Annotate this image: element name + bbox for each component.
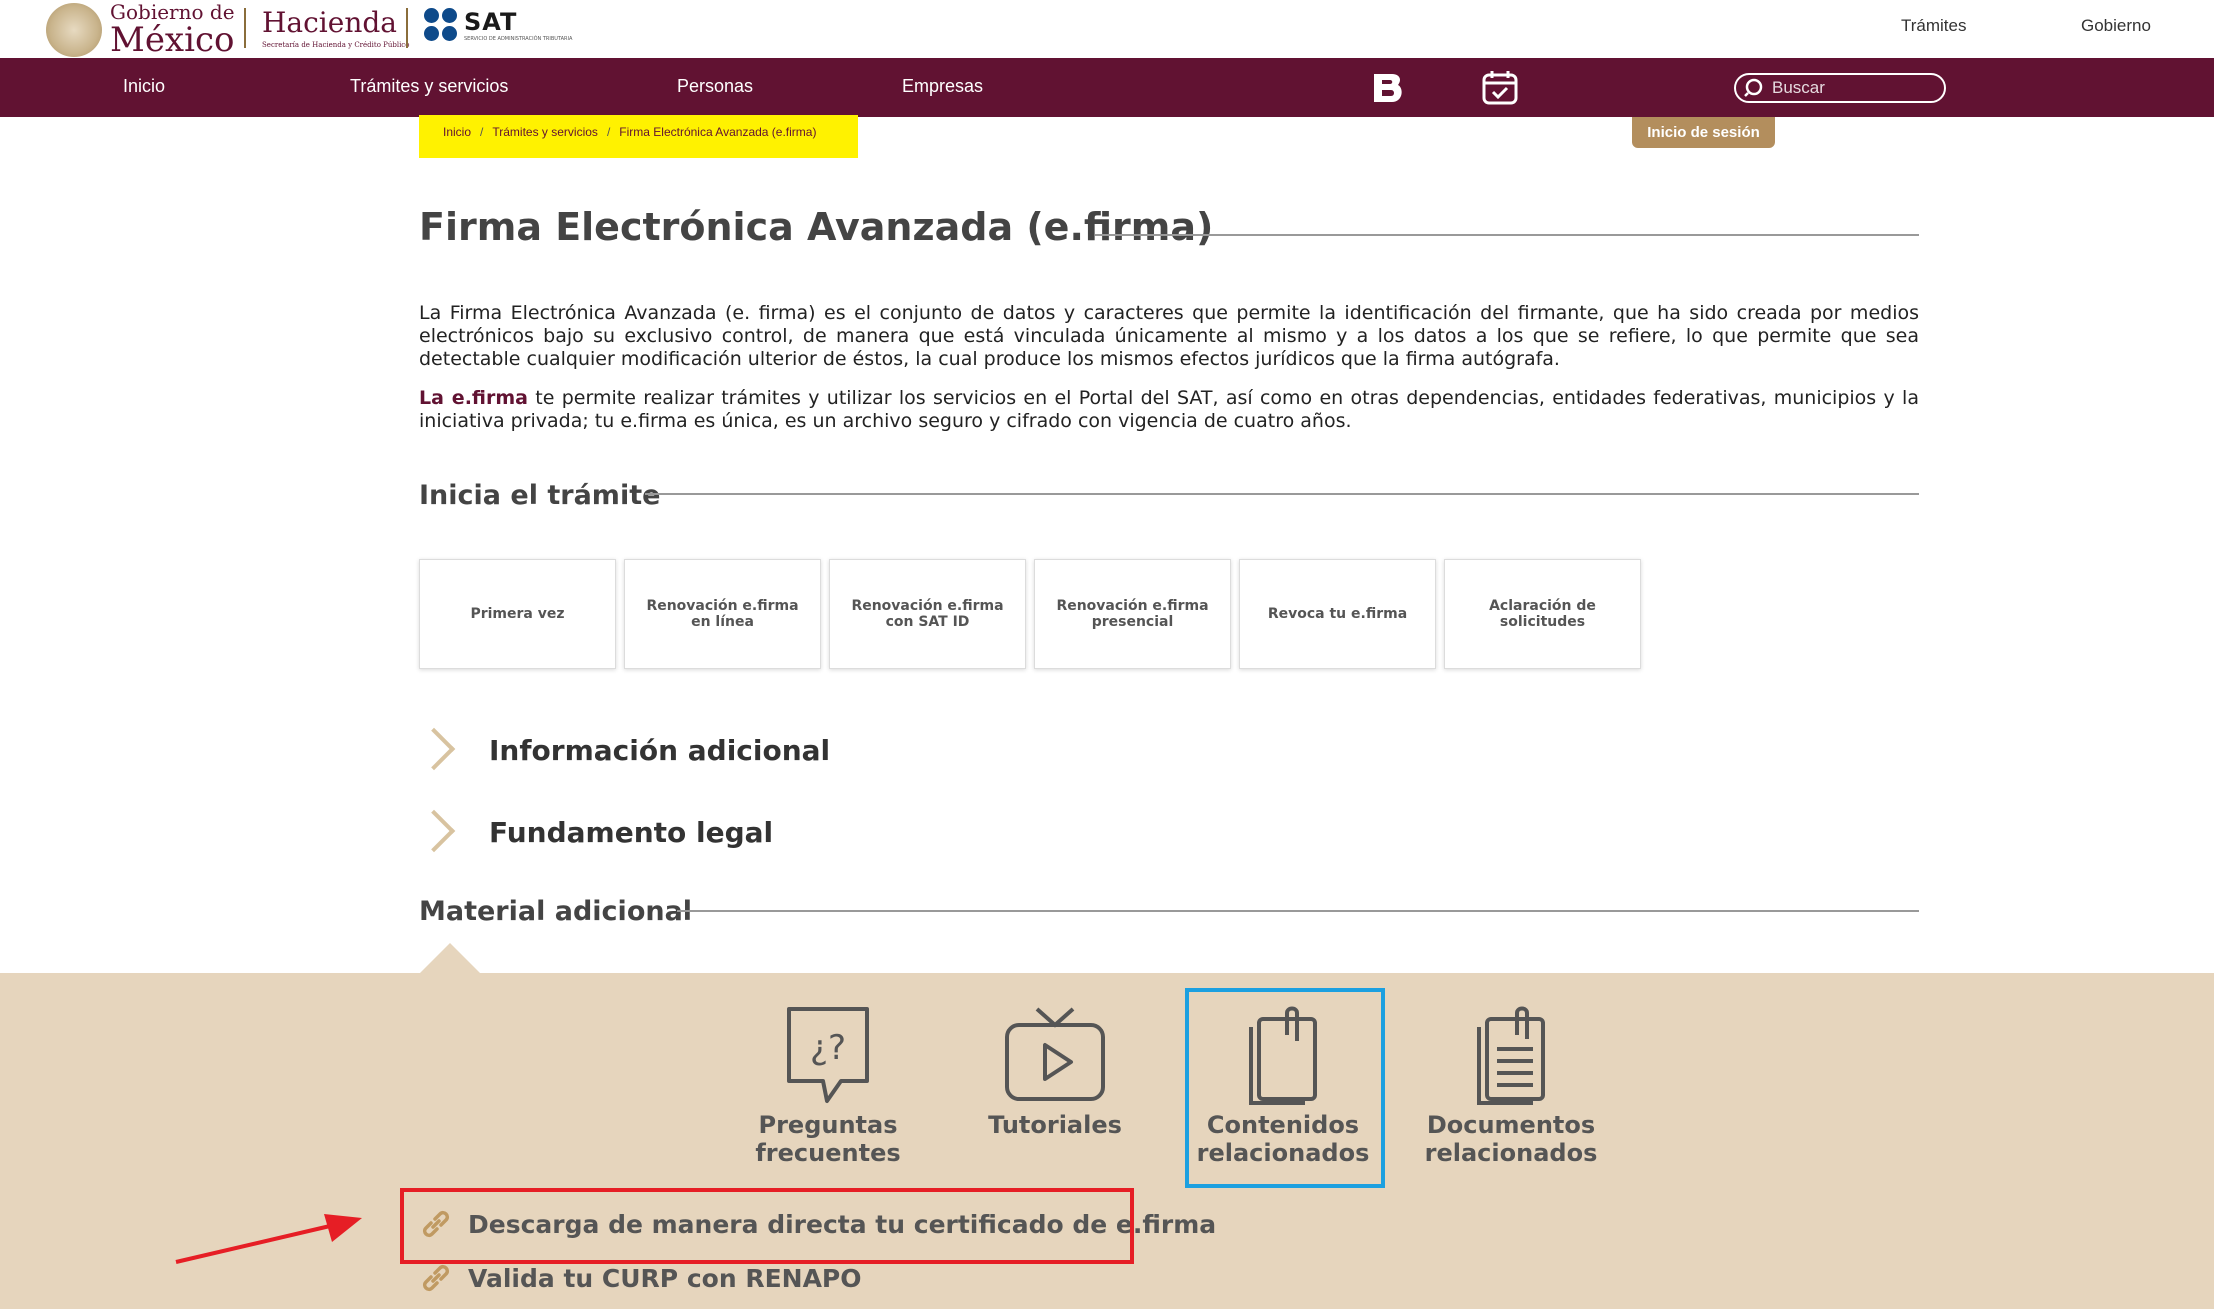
tv-icon: [1005, 1007, 1105, 1101]
search-icon[interactable]: [1744, 78, 1764, 98]
annotation-red-box: [400, 1188, 1134, 1264]
breadcrumb: Inicio / Trámites y servicios / Firma Electr…: [419, 115, 858, 158]
material-title: Material adicional: [419, 896, 693, 927]
hacienda-logo-text: Hacienda: [262, 6, 397, 39]
accordion-informacion-title: Información adicional: [489, 733, 831, 767]
nav-item-empresas[interactable]: Empresas: [902, 76, 983, 97]
card-renovacion-satid[interactable]: Renovación e.firma con SAT ID: [829, 559, 1026, 669]
tramite-cards: Primera vez Renovación e.firma en línea …: [419, 559, 1649, 669]
nav-item-personas[interactable]: Personas: [677, 76, 753, 97]
material-preguntas[interactable]: ¿? Preguntas frecuentes: [728, 1005, 928, 1167]
breadcrumb-separator: /: [606, 125, 611, 139]
logo-divider: [244, 8, 246, 48]
efirma-lead: La e.firma: [419, 387, 528, 409]
accordion-fundamento-title: Fundamento legal: [489, 815, 774, 849]
sat-dots-icon: [424, 8, 460, 44]
faq-icon: ¿?: [787, 1007, 869, 1103]
document-icon: [1477, 1006, 1545, 1105]
top-link-tramites[interactable]: Trámites: [1901, 16, 1967, 36]
section-divider: [645, 493, 1919, 495]
top-link-gobierno[interactable]: Gobierno: [2081, 16, 2151, 36]
search-input[interactable]: [1770, 77, 1930, 99]
chevron-right-icon: [419, 728, 451, 772]
chevron-right-icon: [419, 810, 451, 854]
sat-logo-sub: SERVICIO DE ADMINISTRACIÓN TRIBUTARIA: [464, 36, 573, 42]
accordion-informacion[interactable]: Información adicional: [419, 728, 830, 772]
section-divider: [677, 910, 1919, 912]
bsat-icon[interactable]: [1368, 68, 1408, 108]
link-icon: [422, 1264, 450, 1292]
accordion-fundamento[interactable]: Fundamento legal: [419, 810, 773, 854]
annotation-blue-box: [1185, 988, 1385, 1188]
gobierno-logo[interactable]: Gobierno de México: [46, 2, 235, 57]
calendar-icon[interactable]: [1480, 68, 1520, 108]
card-revoca[interactable]: Revoca tu e.firma: [1239, 559, 1436, 669]
material-tutoriales[interactable]: Tutoriales: [955, 1005, 1155, 1139]
gob-logo-line2: México: [110, 20, 235, 60]
hacienda-logo[interactable]: Hacienda Secretaría de Hacienda y Crédit…: [262, 6, 409, 49]
breadcrumb-separator: /: [480, 125, 484, 139]
link-curp-label: Valida tu CURP con RENAPO: [468, 1263, 862, 1293]
page-title: Firma Electrónica Avanzada (e.firma): [419, 205, 1214, 249]
breadcrumb-tramites[interactable]: Trámites y servicios: [492, 125, 598, 139]
card-primera-vez[interactable]: Primera vez: [419, 559, 616, 669]
nav-item-inicio[interactable]: Inicio: [123, 76, 165, 97]
material-documentos[interactable]: Documentos relacionados: [1411, 1005, 1611, 1167]
faq-glyph: ¿?: [810, 1028, 846, 1068]
search-box[interactable]: [1734, 73, 1946, 103]
sat-logo[interactable]: SAT SERVICIO DE ADMINISTRACIÓN TRIBUTARI…: [424, 8, 572, 44]
material-preguntas-label: Preguntas frecuentes: [755, 1111, 901, 1167]
title-divider: [1095, 234, 1919, 236]
inicia-tramite-title: Inicia el trámite: [419, 480, 661, 511]
nav-item-tramites[interactable]: Trámites y servicios: [350, 76, 508, 97]
sat-logo-text: SAT: [464, 8, 518, 36]
card-renovacion-linea[interactable]: Renovación e.firma en línea: [624, 559, 821, 669]
main-nav: Inicio Trámites y servicios Personas Emp…: [0, 58, 2214, 117]
breadcrumb-current: Firma Electrónica Avanzada (e.firma): [619, 125, 817, 139]
panel-notch: [420, 943, 480, 973]
material-tutoriales-label: Tutoriales: [988, 1111, 1122, 1139]
hacienda-logo-sub: Secretaría de Hacienda y Crédito Público: [262, 41, 410, 49]
login-button[interactable]: Inicio de sesión: [1632, 117, 1775, 148]
link-valida-curp[interactable]: Valida tu CURP con RENAPO: [418, 1260, 862, 1296]
intro-paragraph: La Firma Electrónica Avanzada (e. firma)…: [419, 302, 1919, 370]
gob-logo-line1: Gobierno de: [110, 0, 235, 24]
top-header: Gobierno de México Hacienda Secretaría d…: [0, 0, 2214, 58]
material-documentos-label: Documentos relacionados: [1424, 1111, 1598, 1167]
efirma-text: te permite realizar trámites y utilizar …: [419, 387, 1919, 432]
breadcrumb-inicio[interactable]: Inicio: [443, 125, 471, 139]
card-renovacion-presencial[interactable]: Renovación e.firma presencial: [1034, 559, 1231, 669]
efirma-paragraph: La e.firma te permite realizar trámites …: [419, 387, 1919, 433]
card-aclaracion[interactable]: Aclaración de solicitudes: [1444, 559, 1641, 669]
national-seal-icon: [46, 2, 102, 57]
arrow-annotation: [175, 1214, 362, 1264]
logo-divider: [406, 8, 408, 48]
